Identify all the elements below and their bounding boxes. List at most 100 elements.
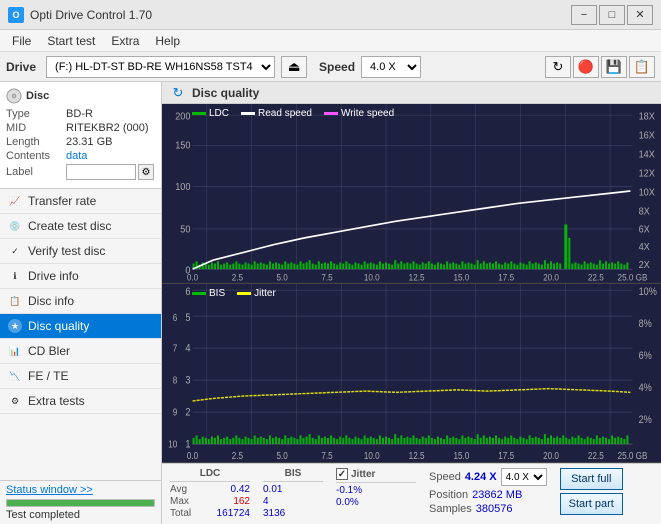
content-header: ↻ Disc quality xyxy=(162,82,661,104)
ldc-avg-row: Avg 0.42 xyxy=(170,484,250,495)
speed-pos-stats: Speed 4.24 X 4.0 X 2.0 X Position 23862 … xyxy=(429,468,547,515)
close-button[interactable]: ✕ xyxy=(627,5,653,25)
svg-text:100: 100 xyxy=(175,182,190,193)
minimize-button[interactable]: − xyxy=(571,5,597,25)
disc-contents-val[interactable]: data xyxy=(66,150,87,162)
svg-text:8X: 8X xyxy=(639,206,651,217)
svg-text:25.0 GB: 25.0 GB xyxy=(618,450,648,461)
samples-label: Samples xyxy=(429,503,472,515)
legend-bis-label: BIS xyxy=(209,288,225,299)
disc-quality-label: Disc quality xyxy=(28,319,89,333)
legend-ldc-label: LDC xyxy=(209,108,229,119)
title-bar-left: O Opti Drive Control 1.70 xyxy=(8,7,152,23)
sidebar-item-verify-test-disc[interactable]: ✓ Verify test disc xyxy=(0,239,161,264)
sidebar-item-extra-tests[interactable]: ⚙ Extra tests xyxy=(0,389,161,414)
svg-text:5.0: 5.0 xyxy=(277,272,289,282)
refresh-icon-btn[interactable]: ↻ xyxy=(545,56,571,78)
jitter-avg-row: -0.1% xyxy=(336,485,416,496)
svg-text:17.5: 17.5 xyxy=(498,450,514,461)
speed-row: Speed 4.24 X 4.0 X 2.0 X xyxy=(429,468,547,486)
menu-file[interactable]: File xyxy=(4,30,39,51)
eject-button[interactable]: ⏏ xyxy=(281,56,307,78)
svg-text:6X: 6X xyxy=(639,224,651,235)
svg-text:15.0: 15.0 xyxy=(453,272,469,282)
sidebar-item-create-test-disc[interactable]: 💿 Create test disc xyxy=(0,214,161,239)
extra-tests-icon: ⚙ xyxy=(8,394,22,408)
svg-text:10.0: 10.0 xyxy=(364,272,380,282)
svg-text:0.0: 0.0 xyxy=(187,272,199,282)
menu-extra[interactable]: Extra xyxy=(103,30,147,51)
svg-text:50: 50 xyxy=(180,224,190,235)
checkbox-checkmark: ✓ xyxy=(338,469,346,480)
ldc-total-val: 161724 xyxy=(217,508,250,519)
content-refresh-icon[interactable]: ↻ xyxy=(170,85,186,101)
svg-text:10: 10 xyxy=(168,439,177,450)
bis-total-val: 3136 xyxy=(263,508,285,519)
jitter-checkbox[interactable]: ✓ xyxy=(336,468,348,480)
toolbar-icons: ↻ 🔴 💾 📋 xyxy=(545,56,655,78)
sidebar-item-transfer-rate[interactable]: 📈 Transfer rate xyxy=(0,189,161,214)
speed-value: 4.24 X xyxy=(465,471,497,483)
verify-test-disc-label: Verify test disc xyxy=(28,244,105,258)
position-row: Position 23862 MB xyxy=(429,489,547,501)
speed-select[interactable]: 4.0 X 2.0 X 1.0 X xyxy=(361,56,421,78)
charts-area: LDC Read speed Write speed xyxy=(162,104,661,463)
svg-text:4X: 4X xyxy=(639,242,651,253)
sidebar-item-fe-te[interactable]: 📉 FE / TE xyxy=(0,364,161,389)
ldc-header: LDC xyxy=(170,468,250,482)
legend-jitter: Jitter xyxy=(237,288,276,299)
svg-text:22.5: 22.5 xyxy=(588,450,604,461)
sidebar-item-drive-info[interactable]: ℹ Drive info xyxy=(0,264,161,289)
jitter-max-row: 0.0% xyxy=(336,497,416,508)
disc-panel-title: Disc xyxy=(26,90,49,102)
svg-text:22.5: 22.5 xyxy=(588,272,604,282)
progress-bar-fill xyxy=(7,500,154,506)
red-icon-btn[interactable]: 🔴 xyxy=(573,56,599,78)
create-test-disc-icon: 💿 xyxy=(8,219,22,233)
svg-text:10X: 10X xyxy=(639,187,656,198)
disc-label-btn[interactable]: ⚙ xyxy=(138,164,154,180)
svg-text:10.0: 10.0 xyxy=(364,450,380,461)
disc-type-key: Type xyxy=(6,108,66,120)
svg-text:18X: 18X xyxy=(639,111,656,122)
svg-text:4: 4 xyxy=(185,342,190,354)
menu-start-test[interactable]: Start test xyxy=(39,30,103,51)
speed-select-small[interactable]: 4.0 X 2.0 X xyxy=(501,468,547,486)
chart2-legend: BIS Jitter xyxy=(192,288,276,299)
stats-panel: LDC Avg 0.42 Max 162 Total 161724 BI xyxy=(162,463,661,524)
bis-avg-row: 0.01 xyxy=(263,484,323,495)
chart1-legend: LDC Read speed Write speed xyxy=(192,108,394,119)
status-window-btn[interactable]: Status window >> xyxy=(6,484,93,496)
ldc-max-val: 162 xyxy=(233,496,250,507)
sidebar-item-cd-bler[interactable]: 📊 CD Bler xyxy=(0,339,161,364)
ldc-avg-label: Avg xyxy=(170,484,187,495)
svg-text:7.5: 7.5 xyxy=(321,450,332,461)
drive-select[interactable]: (F:) HL-DT-ST BD-RE WH16NS58 TST4 xyxy=(46,56,275,78)
position-label: Position xyxy=(429,489,468,501)
verify-test-disc-icon: ✓ xyxy=(8,244,22,258)
bis-header: BIS xyxy=(263,468,323,482)
bis-avg-val: 0.01 xyxy=(263,484,282,495)
start-part-button[interactable]: Start part xyxy=(560,493,623,515)
menu-help[interactable]: Help xyxy=(147,30,188,51)
svg-text:8%: 8% xyxy=(639,318,652,330)
disc-label-row: Label ⚙ xyxy=(6,164,155,180)
title-bar: O Opti Drive Control 1.70 − □ ✕ xyxy=(0,0,661,30)
start-full-button[interactable]: Start full xyxy=(560,468,623,490)
legend-ldc: LDC xyxy=(192,108,229,119)
disc-label-input[interactable] xyxy=(66,164,136,180)
svg-text:12.5: 12.5 xyxy=(409,450,425,461)
maximize-button[interactable]: □ xyxy=(599,5,625,25)
disc-contents-key: Contents xyxy=(6,150,66,162)
sidebar-item-disc-quality[interactable]: ★ Disc quality xyxy=(0,314,161,339)
main-layout: Disc Type BD-R MID RITEKBR2 (000) Length… xyxy=(0,82,661,524)
sidebar-item-disc-info[interactable]: 📋 Disc info xyxy=(0,289,161,314)
drive-bar: Drive (F:) HL-DT-ST BD-RE WH16NS58 TST4 … xyxy=(0,52,661,82)
copy-icon-btn[interactable]: 📋 xyxy=(629,56,655,78)
legend-read-speed: Read speed xyxy=(241,108,312,119)
app-title: Opti Drive Control 1.70 xyxy=(30,8,152,22)
disc-label-key: Label xyxy=(6,166,66,178)
svg-text:14X: 14X xyxy=(639,149,656,160)
bis-max-val: 4 xyxy=(263,496,269,507)
save-icon-btn[interactable]: 💾 xyxy=(601,56,627,78)
